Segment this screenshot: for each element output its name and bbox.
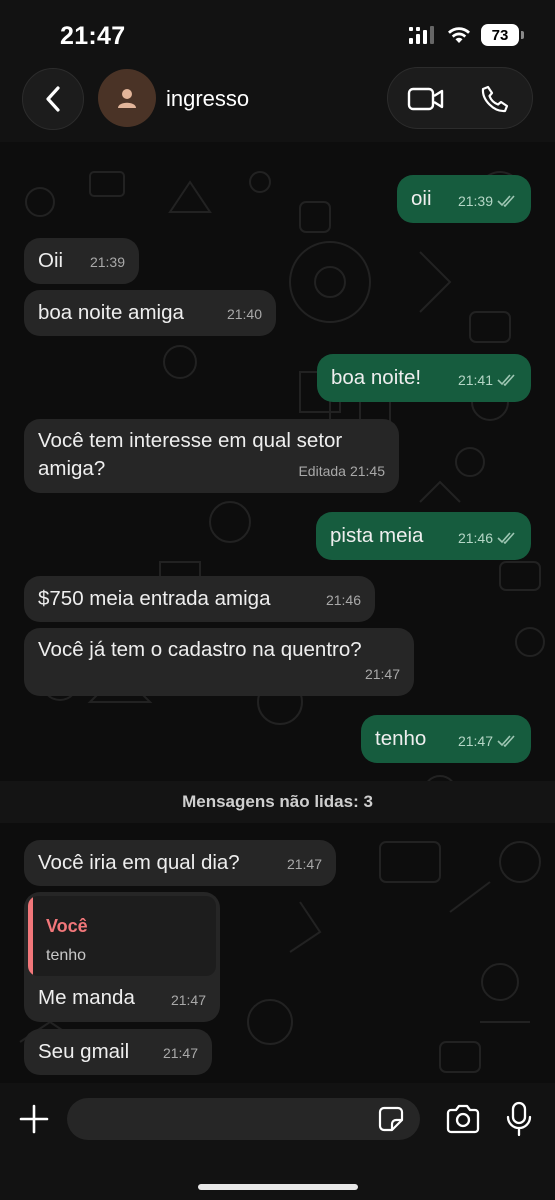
- message-text: tenho: [375, 727, 427, 750]
- chat-area[interactable]: oii 21:39 Oii 21:39 boa noite amiga 21:4…: [0, 142, 555, 1083]
- message-time: 21:41: [457, 372, 493, 388]
- status-time: 21:47: [60, 22, 126, 50]
- message-text: Oii: [38, 249, 64, 272]
- message-outgoing[interactable]: pista meia 21:46: [316, 512, 531, 560]
- message-meta: 21:47: [163, 1039, 198, 1067]
- message-text: Me manda: [38, 986, 135, 1009]
- reply-accent-bar: [28, 896, 33, 976]
- sticker-icon: [378, 1106, 404, 1132]
- message-incoming[interactable]: boa noite amiga 21:40: [24, 290, 276, 336]
- sticker-button[interactable]: [376, 1104, 406, 1134]
- mic-button[interactable]: [504, 1099, 534, 1139]
- double-check-icon: [497, 195, 515, 207]
- status-icons: 73: [409, 24, 524, 46]
- message-outgoing[interactable]: boa noite! 21:41: [317, 354, 531, 402]
- battery-level: 73: [491, 26, 509, 44]
- home-indicator: [198, 1184, 358, 1190]
- message-text: Seu gmail: [38, 1040, 130, 1063]
- message-outgoing[interactable]: tenho 21:47: [361, 715, 531, 763]
- message-time: 21:46: [325, 592, 361, 608]
- contact-name[interactable]: ingresso: [166, 86, 249, 112]
- message-time: 21:47: [457, 733, 493, 749]
- message-meta: 21:39: [90, 248, 125, 276]
- back-button[interactable]: [22, 68, 84, 130]
- double-check-icon: [497, 735, 515, 747]
- camera-button[interactable]: [444, 1101, 482, 1137]
- message-text: boa noite!: [331, 366, 422, 389]
- message-incoming[interactable]: Oii 21:39: [24, 238, 139, 284]
- person-icon: [118, 89, 136, 108]
- message-time: 21:46: [457, 530, 493, 546]
- message-meta: Editada 21:45: [298, 457, 385, 485]
- message-incoming[interactable]: Você iria em qual dia? 21:47: [24, 840, 336, 886]
- message-meta: 21:47: [365, 660, 400, 688]
- quoted-reply[interactable]: Você tenho: [28, 896, 216, 976]
- chat-header: ingresso: [0, 62, 555, 142]
- message-meta: 21:46: [458, 524, 517, 552]
- message-incoming-reply[interactable]: Você tenho Me manda 21:47: [24, 892, 220, 1022]
- message-meta: 21:39: [458, 187, 517, 215]
- edited-label: Editada: [298, 463, 346, 479]
- message-time: 21:47: [364, 666, 400, 682]
- plus-icon: [19, 1104, 49, 1134]
- message-text: Você já tem o cadastro na quentro?: [38, 638, 362, 661]
- message-incoming[interactable]: Você tem interesse em qual setor amiga? …: [24, 419, 399, 493]
- message-incoming[interactable]: $750 meia entrada amiga 21:46: [24, 576, 375, 622]
- message-meta: 21:47: [171, 986, 206, 1014]
- status-bar: 21:47 73: [0, 0, 555, 62]
- message-meta: 21:46: [326, 586, 361, 614]
- message-time: 21:39: [89, 254, 125, 270]
- mic-icon: [506, 1101, 532, 1137]
- back-chevron-icon: [46, 86, 60, 112]
- signal-icon: [409, 26, 434, 44]
- reply-text: tenho: [46, 947, 87, 964]
- wifi-icon: [448, 27, 470, 43]
- video-icon: [407, 87, 444, 111]
- battery-icon: 73: [481, 24, 524, 46]
- message-meta: 21:47: [458, 727, 517, 755]
- message-time: 21:39: [457, 193, 493, 209]
- message-meta: 21:47: [287, 850, 322, 878]
- double-check-icon: [497, 532, 515, 544]
- message-time: 21:40: [226, 306, 262, 322]
- message-meta: 21:40: [227, 300, 262, 328]
- reply-author: Você: [46, 916, 88, 936]
- composer-bar: [0, 1083, 555, 1200]
- attach-button[interactable]: [14, 1099, 54, 1139]
- unread-divider: Mensagens não lidas: 3: [0, 781, 555, 823]
- camera-icon: [446, 1104, 480, 1134]
- message-outgoing[interactable]: oii 21:39: [397, 175, 531, 223]
- message-time: 21:47: [170, 992, 206, 1008]
- message-text: boa noite amiga: [38, 301, 184, 324]
- message-time: 21:47: [162, 1045, 198, 1061]
- message-text: pista meia: [330, 524, 424, 547]
- message-time: 21:45: [349, 463, 385, 479]
- message-input[interactable]: [67, 1098, 420, 1140]
- message-meta: 21:41: [458, 366, 517, 394]
- message-text: Você tem interesse em qual setor amiga?: [38, 429, 343, 480]
- avatar[interactable]: [98, 69, 156, 127]
- double-check-icon: [497, 374, 515, 386]
- message-incoming[interactable]: Seu gmail 21:47: [24, 1029, 212, 1075]
- message-incoming[interactable]: Você já tem o cadastro na quentro? 21:47: [24, 628, 414, 696]
- message-text: Você iria em qual dia?: [38, 851, 240, 874]
- video-call-button[interactable]: [406, 83, 446, 115]
- phone-icon: [481, 85, 509, 113]
- voice-call-button[interactable]: [478, 82, 512, 116]
- message-time: 21:47: [286, 856, 322, 872]
- message-text: oii: [411, 187, 432, 210]
- message-text: $750 meia entrada amiga: [38, 587, 271, 610]
- call-buttons: [387, 67, 533, 129]
